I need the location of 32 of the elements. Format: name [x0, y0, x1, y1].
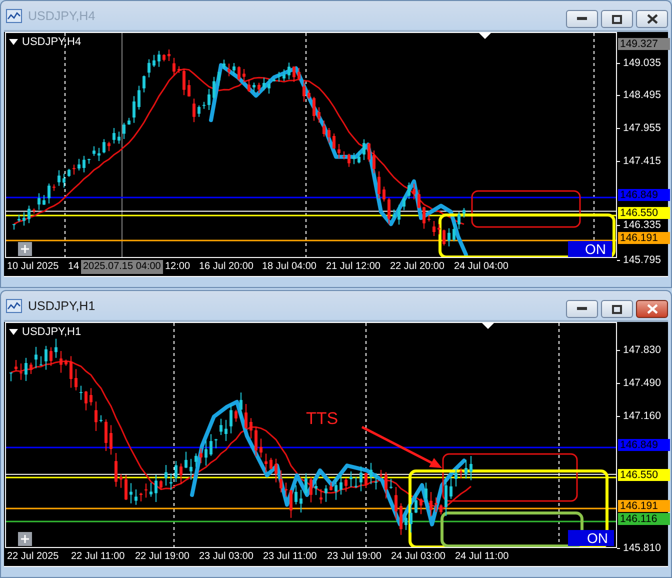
- on-button[interactable]: ON: [568, 241, 612, 257]
- price-tag: 146.849: [618, 439, 670, 451]
- chart-symbol-label: USDJPY,H4: [22, 36, 82, 48]
- price-tag: 146.550: [618, 207, 670, 219]
- price-tag: 146.849: [618, 189, 670, 201]
- time-label: 24 Jul 11:00: [455, 550, 509, 564]
- price-tag: 146.550: [618, 469, 670, 481]
- time-label: 10 Jul 2025: [7, 260, 59, 274]
- time-label: 23 Jul 11:00: [263, 550, 317, 564]
- time-label: 14: [68, 260, 80, 274]
- time-label: 24 Jul 04:00: [454, 260, 508, 274]
- time-label: 22 Jul 11:00: [71, 550, 125, 564]
- time-label: 12:00: [165, 260, 190, 274]
- time-label: 23 Jul 19:00: [327, 550, 382, 564]
- time-label: 24 Jul 03:00: [391, 550, 446, 564]
- time-label: 22 Jul 2025: [7, 550, 59, 564]
- time-label: 21 Jul 12:00: [326, 260, 380, 274]
- price-tag: 146.116: [618, 513, 670, 525]
- window-title: USDJPY,H1: [28, 298, 96, 312]
- price-tag: 146.191: [618, 500, 670, 512]
- time-label: 16 Jul 20:00: [199, 260, 254, 274]
- price-tag: 146.191: [618, 232, 670, 244]
- window-title: USDJPY,H4: [28, 8, 96, 22]
- annotation-text: TTS: [306, 409, 338, 429]
- price-tag: 149.327: [618, 38, 670, 50]
- time-label: 22 Jul 19:00: [135, 550, 190, 564]
- time-label: 18 Jul 04:00: [262, 260, 316, 274]
- crosshair-time-label: 2025.07.15 04:00: [81, 260, 163, 274]
- chart-symbol-label: USDJPY,H1: [22, 326, 82, 338]
- on-button[interactable]: ON: [568, 530, 614, 546]
- time-label: 22 Jul 20:00: [390, 260, 444, 274]
- time-label: 23 Jul 03:00: [199, 550, 254, 564]
